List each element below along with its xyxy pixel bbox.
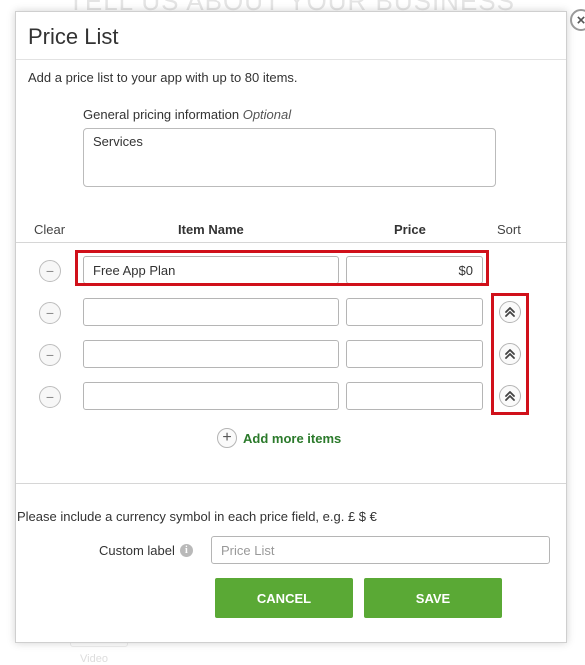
custom-label-row: Custom label i — [99, 543, 193, 558]
custom-label-text: Custom label — [99, 543, 175, 558]
optional-hint: Optional — [242, 107, 292, 122]
price-list-dialog: Price List × Add a price list to your ap… — [15, 9, 585, 643]
column-header-clear: Clear — [34, 222, 66, 237]
currency-note: Please include a currency symbol in each… — [17, 509, 377, 524]
item-name-input[interactable] — [83, 298, 339, 326]
minus-circle-icon[interactable]: − — [39, 302, 61, 324]
column-header-item-name: Item Name — [178, 222, 244, 237]
add-more-items-button[interactable]: + Add more items — [217, 427, 341, 449]
column-header-sort: Sort — [497, 222, 521, 237]
custom-label-input[interactable]: Price List — [211, 536, 550, 564]
footer-divider — [16, 483, 566, 484]
minus-circle-icon[interactable]: − — [39, 386, 61, 408]
dialog-title: Price List — [28, 24, 119, 49]
item-name-input[interactable] — [83, 382, 339, 410]
highlight-sort-buttons — [491, 293, 529, 415]
intro-text: Add a price list to your app with up to … — [28, 70, 298, 85]
item-price-input[interactable] — [346, 298, 483, 326]
general-pricing-label: General pricing information Optional — [83, 107, 291, 122]
add-more-items-label: Add more items — [243, 430, 342, 446]
save-button[interactable]: SAVE — [364, 578, 502, 618]
background-caption: Video — [80, 653, 108, 665]
plus-circle-icon: + — [217, 428, 237, 448]
general-pricing-textarea[interactable]: Services — [83, 128, 496, 187]
item-price-input[interactable] — [346, 340, 483, 368]
price-row: − — [16, 298, 566, 326]
close-icon[interactable]: × — [570, 9, 585, 31]
general-pricing-label-text: General pricing information — [83, 107, 240, 122]
dialog-title-bar: Price List — [16, 12, 566, 60]
minus-circle-icon[interactable]: − — [39, 344, 61, 366]
column-header-price: Price — [394, 222, 426, 237]
item-price-input[interactable] — [346, 382, 483, 410]
cancel-button[interactable]: CANCEL — [215, 578, 353, 618]
highlight-first-row — [75, 250, 489, 286]
item-name-input[interactable] — [83, 340, 339, 368]
info-icon[interactable]: i — [179, 544, 193, 557]
header-divider — [16, 242, 566, 243]
price-row: − — [16, 382, 566, 410]
price-row: − — [16, 340, 566, 368]
minus-circle-icon[interactable]: − — [39, 260, 61, 282]
